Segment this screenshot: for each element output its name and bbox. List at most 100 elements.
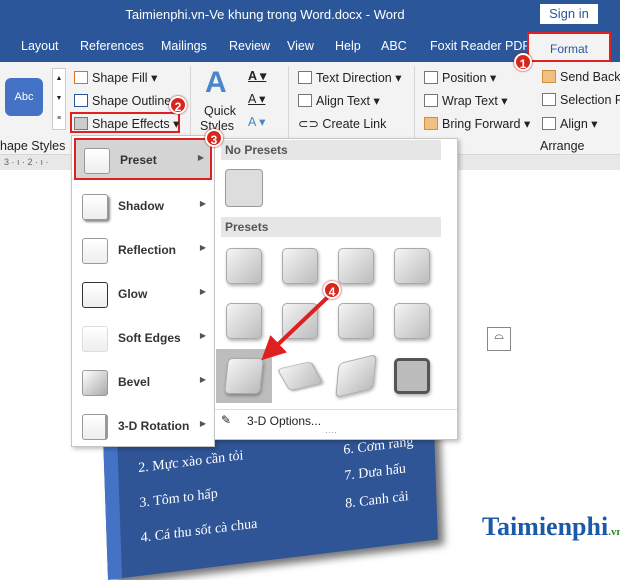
shape-effects-icon — [74, 117, 88, 130]
resize-grip[interactable]: ···· — [325, 427, 337, 437]
tab-foxit[interactable]: Foxit Reader PDF — [430, 39, 530, 53]
preset-swatch — [338, 303, 374, 339]
sign-in-button[interactable]: Sign in — [540, 4, 598, 24]
soft-edges-icon — [82, 326, 108, 352]
tab-mailings[interactable]: Mailings — [161, 39, 207, 53]
window-title: Taimienphi.vn-Ve khung trong Word.docx -… — [125, 7, 405, 22]
quick-styles-icon: A — [205, 66, 227, 99]
step-badge-4: 4 — [323, 281, 341, 299]
preset-swatch — [394, 303, 430, 339]
submenu-arrow-icon: ▶ — [199, 331, 206, 340]
bring-forward-button[interactable]: Bring Forward ▾ — [424, 116, 530, 131]
position-button[interactable]: Position ▾ — [424, 70, 496, 85]
presets-header: Presets — [221, 217, 441, 237]
shape-style-sample[interactable]: Abc — [5, 78, 43, 116]
link-icon: ⊂⊃ — [298, 117, 323, 131]
preset-option[interactable] — [328, 349, 384, 403]
paint-bucket-icon — [74, 71, 88, 84]
shadow-icon — [82, 194, 108, 220]
shape-outline-button[interactable]: Shape Outline ▾ — [74, 93, 181, 108]
position-icon — [424, 71, 438, 84]
reflection-icon — [82, 238, 108, 264]
title-bar: Taimienphi.vn-Ve khung trong Word.docx -… — [0, 0, 620, 32]
menu-item-glow[interactable]: Glow ▶ — [74, 274, 212, 316]
submenu-arrow-icon: ▶ — [199, 199, 206, 208]
tab-abc[interactable]: ABC — [381, 39, 407, 53]
3d-rotation-icon — [82, 414, 108, 440]
submenu-arrow-icon: ▶ — [199, 287, 206, 296]
preset-swatch — [394, 248, 430, 284]
wrap-text-button[interactable]: Wrap Text ▾ — [424, 93, 508, 108]
step-badge-1: 1 — [514, 53, 532, 71]
no-presets-header: No Presets — [221, 140, 441, 160]
preset-option[interactable] — [384, 239, 440, 293]
shape-effects-button[interactable]: Shape Effects ▾ — [70, 112, 180, 133]
quick-styles-button[interactable]: Quick — [204, 104, 236, 118]
wrap-text-icon — [424, 94, 438, 107]
menu-item-bevel[interactable]: Bevel ▶ — [74, 362, 212, 404]
preset-option[interactable] — [272, 239, 328, 293]
text-direction-button[interactable]: Text Direction ▾ — [298, 70, 401, 85]
bevel-icon — [82, 370, 108, 396]
text-effects-icon[interactable]: A ▾ — [248, 114, 265, 129]
layout-options-icon[interactable]: ⌓ — [487, 327, 511, 351]
align-text-icon — [298, 94, 312, 107]
pencil-icon — [74, 94, 88, 107]
preset-option[interactable] — [384, 349, 440, 403]
tab-layout[interactable]: Layout — [21, 39, 59, 53]
tab-references[interactable]: References — [80, 39, 144, 53]
preset-option[interactable] — [272, 294, 328, 348]
step-badge-3: 3 — [205, 129, 223, 147]
step-badge-2: 2 — [169, 96, 187, 114]
preset-swatch — [282, 248, 318, 284]
preset-option[interactable] — [216, 294, 272, 348]
text-outline-icon[interactable]: A ▾ — [248, 91, 265, 106]
submenu-arrow-icon: ▶ — [199, 419, 206, 428]
shape-fill-button[interactable]: Shape Fill ▾ — [74, 70, 157, 85]
3d-options-item[interactable]: 3-D Options... — [247, 414, 321, 428]
styles-scroll[interactable]: ▲ ▼ ≡ — [52, 68, 66, 130]
selection-pane-button[interactable]: Selection Pa — [542, 93, 620, 107]
text-direction-icon — [298, 71, 312, 84]
preset-option[interactable] — [384, 294, 440, 348]
shape-styles-label: hape Styles — [0, 139, 66, 153]
arrange-label: Arrange — [540, 139, 585, 153]
create-link-button[interactable]: ⊂⊃ Create Link — [298, 116, 386, 131]
tab-view[interactable]: View — [287, 39, 314, 53]
menu-item-preset[interactable]: Preset ▶ — [74, 138, 212, 180]
preset-option[interactable] — [216, 239, 272, 293]
submenu-arrow-icon: ▶ — [197, 153, 204, 162]
preset-option[interactable] — [216, 349, 272, 403]
preset-swatch — [224, 358, 264, 394]
align-icon — [542, 117, 556, 130]
preset-swatch — [335, 353, 377, 399]
align-text-button[interactable]: Align Text ▾ — [298, 93, 380, 108]
menu-item-3d-rotation[interactable]: 3-D Rotation ▶ — [74, 406, 212, 448]
text-fill-icon[interactable]: A ▾ — [248, 68, 266, 83]
list-item: 8. Canh cải — [345, 489, 409, 512]
tab-format[interactable]: Format — [527, 32, 611, 62]
no-preset-option[interactable] — [225, 169, 263, 207]
list-item: 3. Tôm to hấp — [139, 486, 219, 511]
menu-item-reflection[interactable]: Reflection ▶ — [74, 230, 212, 272]
menu-item-shadow[interactable]: Shadow ▶ — [74, 186, 212, 228]
preset-option[interactable] — [272, 349, 328, 403]
list-item: 2. Mực xào cần tỏi — [138, 448, 244, 477]
preset-swatch — [394, 358, 430, 394]
menu-item-soft-edges[interactable]: Soft Edges ▶ — [74, 318, 212, 360]
tab-help[interactable]: Help — [335, 39, 361, 53]
preset-swatch — [226, 303, 262, 339]
selection-pane-icon — [542, 93, 556, 106]
tab-review[interactable]: Review — [229, 39, 270, 53]
glow-icon — [82, 282, 108, 308]
shape-effects-menu: Preset ▶ Shadow ▶ Reflection ▶ Glow ▶ Soft E… — [71, 135, 215, 447]
submenu-arrow-icon: ▶ — [199, 243, 206, 252]
align-button[interactable]: Align ▾ — [542, 116, 598, 131]
3d-options-icon: ✎ — [221, 413, 232, 427]
preset-swatch — [226, 248, 262, 284]
send-backward-button[interactable]: Send Backw — [542, 70, 620, 84]
send-backward-icon — [542, 70, 556, 83]
preset-icon — [84, 148, 110, 174]
preset-option[interactable] — [328, 294, 384, 348]
bring-forward-icon — [424, 117, 438, 130]
